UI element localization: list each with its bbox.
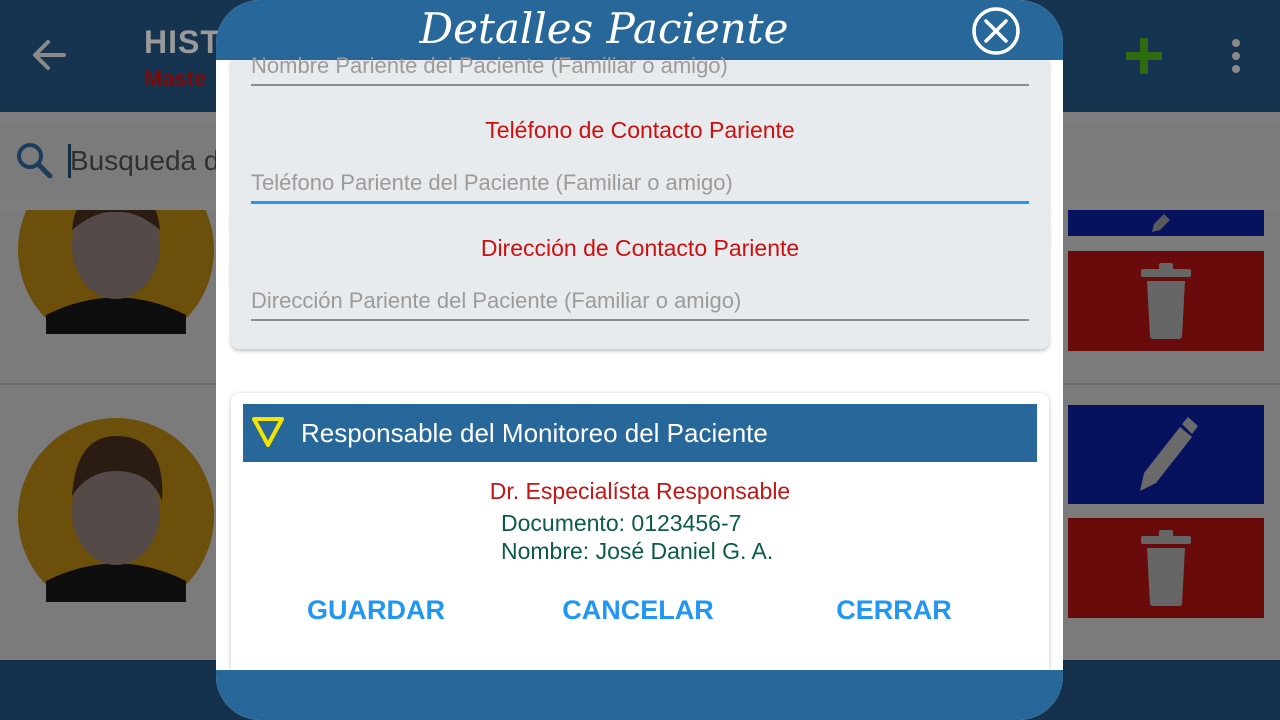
save-button[interactable]: GUARDAR	[291, 595, 461, 626]
close-button[interactable]: CERRAR	[819, 595, 969, 626]
address-field[interactable]: Dirección Pariente del Paciente (Familia…	[251, 286, 1029, 326]
monitoring-section-title: Responsable del Monitoreo del Paciente	[301, 418, 768, 448]
cancel-button[interactable]: CANCELAR	[548, 595, 728, 626]
search-icon[interactable]	[14, 140, 54, 180]
trash-icon	[1141, 263, 1191, 339]
relative-name-value: Nombre Pariente del Paciente (Familiar o…	[251, 53, 728, 78]
doctor-name: Nombre: José Daniel G. A.	[501, 538, 774, 564]
delete-button[interactable]	[1068, 251, 1264, 351]
add-icon[interactable]	[1124, 36, 1164, 76]
triangle-down-icon[interactable]	[251, 416, 285, 448]
more-vert-icon[interactable]	[1226, 38, 1246, 74]
avatar-icon	[18, 418, 214, 602]
address-placeholder: Dirección Pariente del Paciente (Familia…	[251, 288, 742, 313]
patient-details-dialog: Detalles Paciente Nombre Pariente del Pa…	[216, 0, 1063, 720]
doctor-role: Dr. Especialísta Responsable	[489, 478, 791, 504]
search-input[interactable]: Busqueda d	[70, 145, 219, 177]
relative-contact-card: Nombre Pariente del Paciente (Familiar o…	[231, 53, 1049, 349]
back-arrow-icon[interactable]	[28, 34, 70, 76]
monitoring-section-header[interactable]: Responsable del Monitoreo del Paciente	[243, 404, 1037, 462]
field-underline	[251, 84, 1029, 86]
field-underline	[251, 319, 1029, 321]
pencil-icon	[1152, 214, 1170, 232]
monitoring-responsible-card: Responsable del Monitoreo del Paciente D…	[231, 393, 1049, 678]
avatar	[16, 416, 216, 602]
delete-button[interactable]	[1068, 518, 1264, 618]
phone-field[interactable]: Teléfono Pariente del Paciente (Familiar…	[251, 168, 1029, 208]
avatar	[16, 210, 216, 334]
edit-button[interactable]	[1068, 210, 1264, 236]
trash-icon	[1141, 530, 1191, 606]
avatar-icon	[18, 210, 214, 334]
doctor-document: Documento: 0123456-7	[501, 510, 742, 536]
pencil-icon	[1140, 417, 1198, 491]
phone-label: Teléfono de Contacto Pariente	[485, 117, 795, 143]
dialog-title: Detalles Paciente	[419, 4, 789, 53]
phone-placeholder: Teléfono Pariente del Paciente (Familiar…	[251, 170, 733, 195]
address-label: Dirección de Contacto Pariente	[480, 235, 800, 261]
relative-name-field[interactable]: Nombre Pariente del Paciente (Familiar o…	[251, 50, 1029, 86]
app-subtitle: Maste	[144, 66, 207, 91]
dialog-footer	[216, 670, 1063, 720]
edit-button[interactable]	[1068, 405, 1264, 504]
field-underline-focused	[251, 201, 1029, 204]
